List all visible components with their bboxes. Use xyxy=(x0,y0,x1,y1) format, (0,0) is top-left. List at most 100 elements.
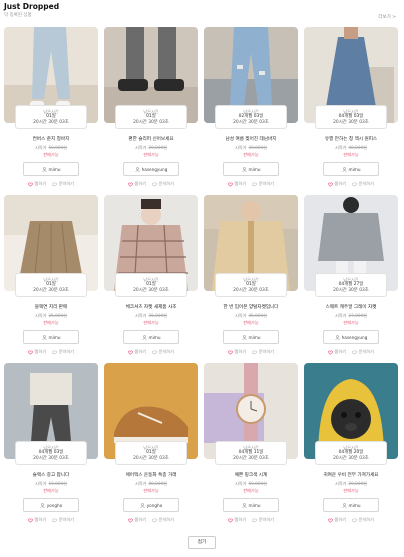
seller-button[interactable]: mimu xyxy=(223,498,279,512)
auction-time-secondary: 20시간 30분 03초 xyxy=(333,455,369,461)
inquiry-label: 문의하기 xyxy=(258,181,274,186)
auction-timer: 남은시간 01일 20시간 30분 03초 xyxy=(115,273,187,297)
inquiry-action[interactable]: 문의하기 xyxy=(252,181,274,187)
product-title[interactable]: 예쁜 핑크색 시계 xyxy=(204,472,298,478)
like-label: 찜하기 xyxy=(34,517,47,522)
heart-icon xyxy=(328,181,333,187)
heart-icon xyxy=(28,181,33,187)
inquiry-action[interactable]: 문의하기 xyxy=(52,181,74,187)
user-icon xyxy=(341,502,347,508)
auction-time-secondary: 20시간 30분 03초 xyxy=(333,119,369,125)
like-action[interactable]: 찜하기 xyxy=(28,517,46,523)
inquiry-action[interactable]: 문의하기 xyxy=(352,181,374,187)
like-action[interactable]: 찜하기 xyxy=(128,517,146,523)
product-title[interactable]: 한 번 입어본 양털자켓입니다 xyxy=(204,304,298,310)
stats-row: 찜하기 문의하기 xyxy=(4,517,98,523)
seller-name: mimu xyxy=(348,166,361,172)
like-action[interactable]: 찜하기 xyxy=(28,349,46,355)
original-price: 50,000원 xyxy=(48,145,68,150)
chat-icon xyxy=(152,182,157,187)
product-title[interactable]: 귀여운 우비 전부 가져가세요 xyxy=(304,472,398,478)
inquiry-label: 문의하기 xyxy=(158,181,174,186)
like-action[interactable]: 찜하기 xyxy=(328,349,346,355)
inquiry-action[interactable]: 문의하기 xyxy=(52,517,74,523)
seller-button[interactable]: mimu xyxy=(23,162,79,176)
heart-icon xyxy=(228,181,233,187)
inquiry-label: 문의하기 xyxy=(158,349,174,354)
seller-button[interactable]: hasengyung xyxy=(123,162,179,176)
product-title[interactable]: 남성 여름 찢어진 데님바지 xyxy=(204,136,298,142)
product-title[interactable]: 스웨트 캐주얼 그레이 자켓 xyxy=(304,304,398,310)
inquiry-label: 문의하기 xyxy=(58,181,74,186)
like-action[interactable]: 찜하기 xyxy=(328,517,346,523)
product-title[interactable]: 슬랙스 중고 팝니다 xyxy=(4,472,98,478)
auction-timer: 남은시간 04개월 03일 20시간 30분 03초 xyxy=(315,105,387,129)
seller-button[interactable]: hasengyung xyxy=(323,330,379,344)
like-action[interactable]: 찜하기 xyxy=(28,181,46,187)
chat-icon xyxy=(52,518,57,523)
seller-button[interactable]: mimu xyxy=(323,162,379,176)
inquiry-action[interactable]: 문의하기 xyxy=(152,517,174,523)
auction-timer: 남은시간 01일 20시간 30분 03초 xyxy=(115,441,187,465)
heart-icon xyxy=(28,349,33,355)
stats-row: 찜하기 문의하기 xyxy=(4,349,98,355)
heart-icon xyxy=(228,517,233,523)
price-row: 시작가 20,000원 xyxy=(104,145,198,151)
product-title[interactable]: 유행 만하는 청 맥시 원피스 xyxy=(304,136,398,142)
seller-button[interactable]: yongho xyxy=(123,498,179,512)
seller-name: mimu xyxy=(348,502,361,508)
stats-row: 찜하기 문의하기 xyxy=(4,181,98,187)
product-title[interactable]: 컨버스 준지 청바지 xyxy=(4,136,98,142)
product-title[interactable]: 편한 슬리퍼 신어보세요 xyxy=(104,136,198,142)
stats-row: 찜하기 문의하기 xyxy=(104,349,198,355)
like-action[interactable]: 찜하기 xyxy=(228,181,246,187)
chat-icon xyxy=(352,350,357,355)
like-label: 찜하기 xyxy=(234,517,247,522)
like-label: 찜하기 xyxy=(334,181,347,186)
auction-timer: 남은시간 04개월 27일 20시간 30분 03초 xyxy=(315,273,387,297)
seller-name: hasengyung xyxy=(141,166,168,172)
seller-button[interactable]: mimu xyxy=(223,330,279,344)
like-label: 찜하기 xyxy=(134,349,147,354)
inquiry-action[interactable]: 문의하기 xyxy=(252,517,274,523)
product-title[interactable]: 에어맥스 운동화 특종 거래 xyxy=(104,472,198,478)
collapse-button[interactable]: 접기 xyxy=(188,536,216,549)
seller-button[interactable]: mimu xyxy=(23,330,79,344)
inquiry-action[interactable]: 문의하기 xyxy=(252,349,274,355)
heart-icon xyxy=(28,517,33,523)
price-label: 시작가 xyxy=(234,481,247,486)
chat-icon xyxy=(252,182,257,187)
seller-button[interactable]: mimu xyxy=(223,162,279,176)
seller-name: yongho xyxy=(46,502,63,508)
seller-name: mimu xyxy=(248,502,261,508)
like-label: 찜하기 xyxy=(334,517,347,522)
sale-status: 판매가능 xyxy=(43,152,59,157)
auction-time-secondary: 20시간 30분 03초 xyxy=(333,287,369,293)
chat-icon xyxy=(352,182,357,187)
seller-name: mimu xyxy=(248,334,261,340)
seller-button[interactable]: mimu xyxy=(123,330,179,344)
like-action[interactable]: 찜하기 xyxy=(128,349,146,355)
product-title[interactable]: 체크셔츠 자켓 새제품 사조 xyxy=(104,304,198,310)
inquiry-action[interactable]: 문의하기 xyxy=(152,349,174,355)
inquiry-action[interactable]: 문의하기 xyxy=(352,517,374,523)
seller-button[interactable]: yongho xyxy=(23,498,79,512)
auction-time-secondary: 20시간 30분 03초 xyxy=(133,287,169,293)
product-title[interactable]: 블랙연 지리 판매 xyxy=(4,304,98,310)
like-action[interactable]: 찜하기 xyxy=(128,181,146,187)
like-action[interactable]: 찜하기 xyxy=(228,517,246,523)
more-link[interactable]: 더보기 > xyxy=(378,14,396,20)
auction-time-secondary: 20시간 30분 03초 xyxy=(133,455,169,461)
price-row: 시작가 20,000원 xyxy=(304,481,398,487)
inquiry-label: 문의하기 xyxy=(58,517,74,522)
user-icon xyxy=(40,502,45,508)
sale-status: 판매가능 xyxy=(243,488,259,493)
inquiry-action[interactable]: 문의하기 xyxy=(352,349,374,355)
like-action[interactable]: 찜하기 xyxy=(228,349,246,355)
like-label: 찜하기 xyxy=(134,517,147,522)
inquiry-action[interactable]: 문의하기 xyxy=(52,349,74,355)
inquiry-action[interactable]: 문의하기 xyxy=(152,181,174,187)
seller-button[interactable]: mimu xyxy=(323,498,379,512)
inquiry-label: 문의하기 xyxy=(358,349,374,354)
like-action[interactable]: 찜하기 xyxy=(328,181,346,187)
